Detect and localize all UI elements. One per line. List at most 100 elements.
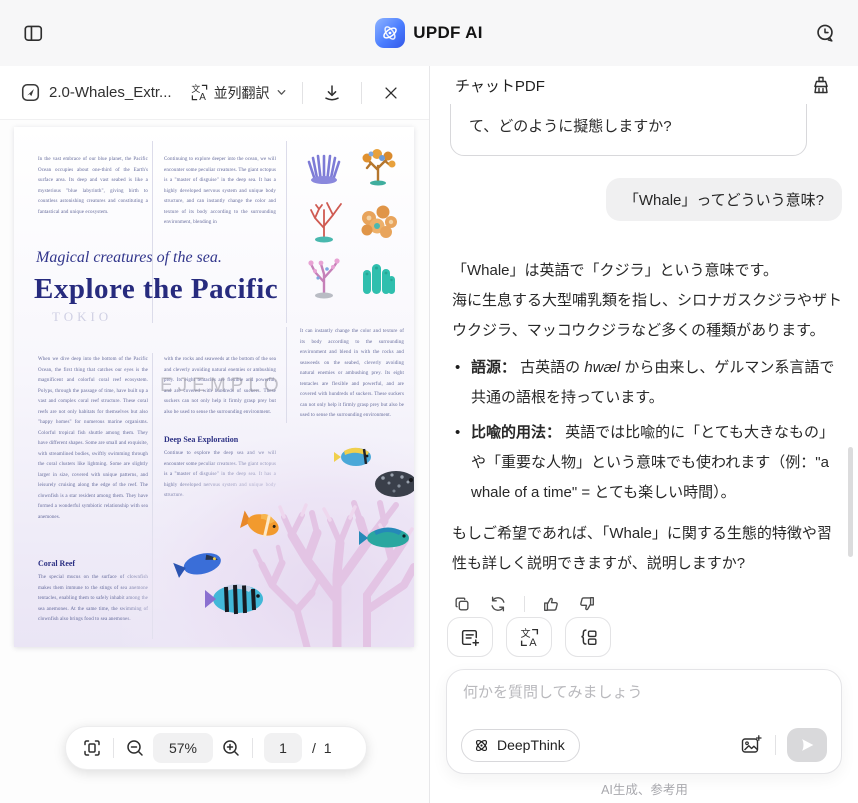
orange-cluster-coral-image (361, 205, 397, 238)
pdf-tagline: Magical creatures of the sea. (36, 249, 222, 266)
app-brand: UPDF AI (375, 18, 482, 48)
pdf-deco-text: TOKIO (52, 309, 113, 324)
image-upload-icon (741, 735, 762, 753)
top-bar: UPDF AI (0, 0, 858, 66)
divider (524, 596, 525, 612)
translate-icon: 文 A (520, 627, 538, 648)
zoom-level-value[interactable]: 57% (153, 733, 213, 763)
copy-icon (455, 597, 469, 611)
summarize-note-icon (461, 629, 479, 646)
ai-paragraph: もしご希望であれば、「Whale」に関する生態的特徴や習性も詳しく説明できますが… (452, 525, 832, 572)
column-rule (286, 141, 287, 323)
quick-actions: 文 A (447, 617, 611, 657)
summarize-button[interactable] (447, 617, 493, 657)
deepthink-atom-icon (475, 739, 488, 751)
send-icon (802, 739, 814, 751)
pdf-file-tab[interactable]: 2.0-Whales_Extr... (20, 82, 172, 103)
ai-bullet-list: 語源： 古英語の hwæl から由来し、ゲルマン系言語で共通の語根を持っています… (452, 353, 845, 508)
ai-message: 「Whale」は英語で「クジラ」という意味です。 海に生息する大型哺乳類を指し、… (452, 256, 845, 614)
coral-reef-heading: Coral Reef (38, 559, 76, 568)
pdf-paragraph: In the vast embrace of our blue planet, … (38, 157, 148, 215)
chat-scroll-top: て、どのように擬態しますか? (431, 104, 858, 166)
zoom-in-button[interactable] (217, 734, 245, 762)
user-message-text: 「Whale」ってどういう意味? (623, 192, 824, 209)
pdf-file-icon (21, 83, 40, 102)
bullet-label: 語源： (471, 359, 517, 376)
previous-message-card: て、どのように擬態しますか? (450, 104, 807, 156)
pdf-toolbar: 57% 1 / 1 (65, 726, 367, 770)
ai-bullet-item: 比喩的用法： 英語では比喩的に「とても大きなもの」や「重要な人物」という意味でも… (452, 418, 845, 508)
current-page-input[interactable]: 1 (264, 733, 302, 763)
pdf-viewport[interactable]: In the vast embrace of our blue planet, … (0, 120, 429, 803)
user-message-bubble: 「Whale」ってどういう意味? (605, 178, 842, 221)
chat-input-box: DeepThink (446, 669, 842, 774)
coral-illustrations (300, 141, 402, 305)
chat-panel: チャットPDF て、どのように擬態しますか? 「Whale」ってどういう意味? … (431, 66, 858, 803)
chat-header: チャットPDF (431, 66, 858, 104)
pdf-header: 2.0-Whales_Extr... 文 A 並列翻訳 (0, 66, 429, 120)
pink-branch-coral-image (308, 258, 340, 299)
download-button[interactable] (317, 78, 347, 108)
teal-sponge-coral-image (363, 264, 395, 294)
pdf-paragraph: It can instantly change the color and te… (300, 329, 404, 418)
attach-image-button[interactable] (738, 732, 764, 758)
outline-list-icon (580, 628, 597, 645)
thumbs-down-icon (580, 597, 594, 611)
close-pdf-button[interactable] (376, 78, 406, 108)
purple-anemone-image (307, 154, 341, 184)
clear-chat-button[interactable] (806, 70, 836, 100)
divider (301, 81, 303, 104)
regenerate-icon (491, 596, 505, 612)
divider (252, 738, 253, 758)
chevron-down-icon (277, 89, 285, 95)
copy-button[interactable] (452, 594, 472, 614)
deepthink-label: DeepThink (497, 737, 565, 753)
fit-page-button[interactable] (78, 734, 106, 762)
translate-icon: 文 A (191, 83, 207, 102)
previous-message-text: て、どのように擬態しますか? (469, 118, 672, 135)
app-title: UPDF AI (413, 23, 483, 42)
thumbs-up-button[interactable] (541, 594, 561, 614)
fit-page-icon (84, 740, 100, 756)
watermark-text: EJEMPLO (160, 375, 284, 396)
pdf-panel: 2.0-Whales_Extr... 文 A 並列翻訳 In the vast … (0, 66, 430, 803)
divider (775, 735, 776, 755)
thumbs-up-icon (544, 597, 558, 611)
zoom-out-icon (127, 740, 143, 756)
translate-label: 並列翻訳 (213, 84, 270, 101)
column-rule (286, 327, 287, 423)
sidebar-toggle-icon (24, 25, 43, 41)
translate-button[interactable]: 文 A (506, 617, 552, 657)
total-pages-label: / 1 (312, 740, 334, 756)
pdf-file-name: 2.0-Whales_Extr... (49, 84, 172, 101)
deepthink-toggle[interactable]: DeepThink (461, 728, 580, 762)
chat-title: チャットPDF (455, 77, 545, 95)
coral-reef-photo (122, 425, 414, 647)
bullet-italic-term: hwæl (584, 359, 621, 376)
outline-button[interactable] (565, 617, 611, 657)
send-button[interactable] (787, 728, 827, 762)
thumbs-down-button[interactable] (577, 594, 597, 614)
pdf-title: Explore the Pacific (34, 273, 279, 305)
bullet-label: 比喩的用法： (471, 424, 562, 441)
zoom-in-icon (223, 740, 239, 756)
chat-scrollbar-thumb[interactable] (848, 447, 853, 557)
sidebar-toggle-button[interactable] (16, 16, 50, 50)
ai-paragraph: 海に生息する大型哺乳類を指し、シロナガスクジラやザトウクジラ、マッコウクジラなど… (452, 292, 843, 339)
history-button[interactable] (808, 16, 842, 50)
message-actions (452, 594, 845, 614)
pdf-paragraph: Continuing to explore deeper into the oc… (164, 157, 276, 225)
chat-input[interactable] (463, 684, 825, 701)
regenerate-button[interactable] (488, 594, 508, 614)
broom-clear-icon (814, 76, 828, 94)
svg-text:A: A (199, 92, 206, 102)
divider (360, 81, 362, 104)
red-fan-coral-image (310, 202, 342, 243)
svg-text:A: A (529, 636, 537, 647)
download-icon (324, 84, 339, 100)
parallel-translate-dropdown[interactable]: 文 A 並列翻訳 (190, 83, 288, 103)
input-toolbar: DeepThink (461, 728, 827, 762)
zoom-out-button[interactable] (121, 734, 149, 762)
close-icon (384, 86, 397, 99)
updf-ai-window: UPDF AI 2.0-Whales_Extr... 文 A 並列翻訳 In t… (0, 0, 858, 803)
